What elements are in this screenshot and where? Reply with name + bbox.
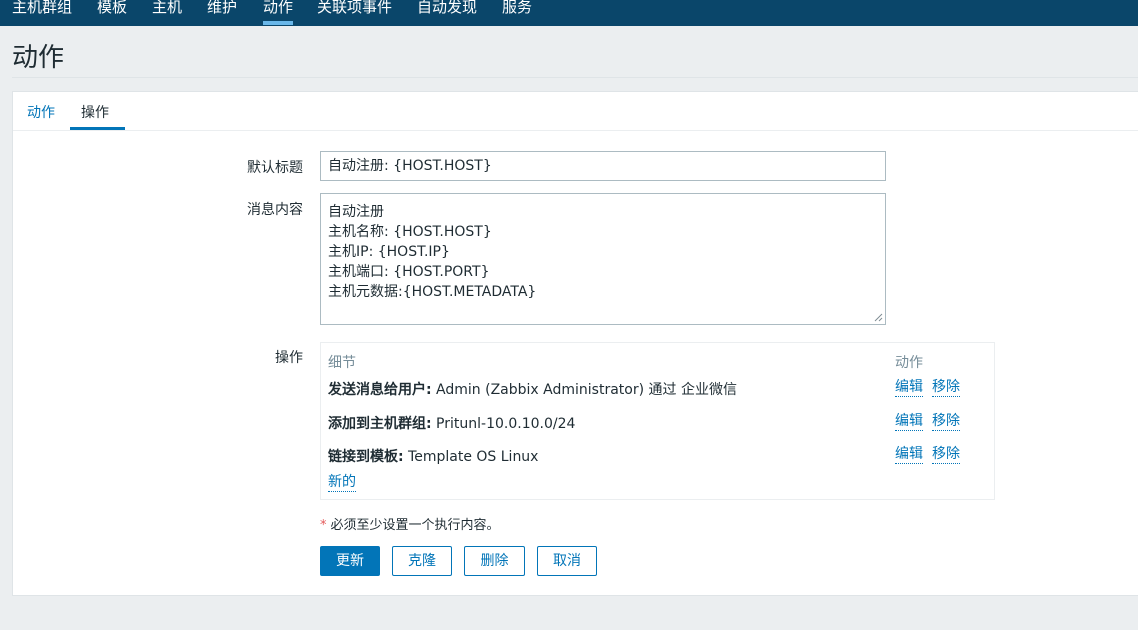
nav-item-discovery[interactable]: 自动发现 (417, 0, 477, 18)
operation-details: 添加到主机群组: Pritunl-10.0.10.0/24 (328, 413, 575, 433)
remove-operation-link[interactable]: 移除 (932, 413, 960, 431)
operation-type: 链接到模板: (328, 449, 404, 465)
new-operation-link[interactable]: 新的 (328, 474, 356, 492)
operation-value: Pritunl-10.0.10.0/24 (431, 416, 576, 432)
tab-action[interactable]: 动作 (27, 102, 55, 122)
update-button[interactable]: 更新 (320, 546, 380, 576)
nav-item-actions[interactable]: 动作 (263, 0, 294, 25)
tab-operations[interactable]: 操作 (81, 102, 109, 122)
default-subject-label: 默认标题 (247, 160, 303, 176)
column-header-action: 动作 (895, 355, 923, 371)
operation-value: Template OS Linux (403, 449, 539, 465)
delete-button[interactable]: 删除 (464, 546, 525, 576)
required-asterisk: * (320, 518, 327, 533)
title-divider (12, 77, 1138, 78)
required-hint: * 必须至少设置一个执行内容。 (320, 514, 500, 533)
clone-button[interactable]: 克隆 (392, 546, 452, 576)
edit-operation-link[interactable]: 编辑 (895, 413, 923, 431)
column-header-details: 细节 (328, 355, 356, 371)
message-label: 消息内容 (247, 202, 303, 218)
operation-type: 发送消息给用户: (328, 382, 432, 398)
cancel-button[interactable]: 取消 (537, 546, 597, 576)
operation-type: 添加到主机群组: (328, 416, 432, 432)
operations-label: 操作 (275, 350, 303, 366)
edit-operation-link[interactable]: 编辑 (895, 446, 923, 464)
nav-item-event-correlation[interactable]: 关联项事件 (317, 0, 392, 18)
message-line: 主机IP: {HOST.IP} (328, 244, 450, 260)
top-navigation: 主机群组 模板 主机 维护 动作 关联项事件 自动发现 服务 (0, 0, 1138, 26)
remove-operation-link[interactable]: 移除 (932, 379, 960, 397)
operation-value: Admin (Zabbix Administrator) 通过 企业微信 (431, 382, 737, 398)
nav-item-maintenance[interactable]: 维护 (207, 0, 237, 18)
operation-details: 链接到模板: Template OS Linux (328, 446, 538, 466)
nav-item-templates[interactable]: 模板 (97, 0, 127, 18)
message-line: 自动注册 (328, 204, 384, 220)
message-line: 主机名称: {HOST.HOST} (328, 224, 492, 240)
nav-item-host-groups[interactable]: 主机群组 (12, 0, 72, 18)
operations-table: 细节 动作 发送消息给用户: Admin (Zabbix Administrat… (320, 342, 995, 500)
nav-item-hosts[interactable]: 主机 (152, 0, 182, 18)
remove-operation-link[interactable]: 移除 (932, 446, 960, 464)
tab-active-indicator (70, 127, 125, 130)
edit-operation-link[interactable]: 编辑 (895, 379, 923, 397)
tab-bar: 动作 操作 (13, 92, 1138, 131)
message-textarea[interactable]: 自动注册 主机名称: {HOST.HOST} 主机IP: {HOST.IP} 主… (320, 193, 886, 325)
resize-grip-icon[interactable] (873, 312, 883, 322)
required-hint-text: 必须至少设置一个执行内容。 (330, 518, 500, 533)
operation-details: 发送消息给用户: Admin (Zabbix Administrator) 通过… (328, 379, 737, 399)
action-form-panel: 动作 操作 默认标题 自动注册: {HOST.HOST} 消息内容 自动注册 主… (12, 91, 1138, 596)
message-line: 主机元数据:{HOST.METADATA} (328, 284, 537, 300)
message-line: 主机端口: {HOST.PORT} (328, 264, 490, 280)
default-subject-input[interactable]: 自动注册: {HOST.HOST} (320, 151, 886, 181)
page-title: 动作 (12, 43, 65, 73)
nav-item-services[interactable]: 服务 (502, 0, 532, 18)
